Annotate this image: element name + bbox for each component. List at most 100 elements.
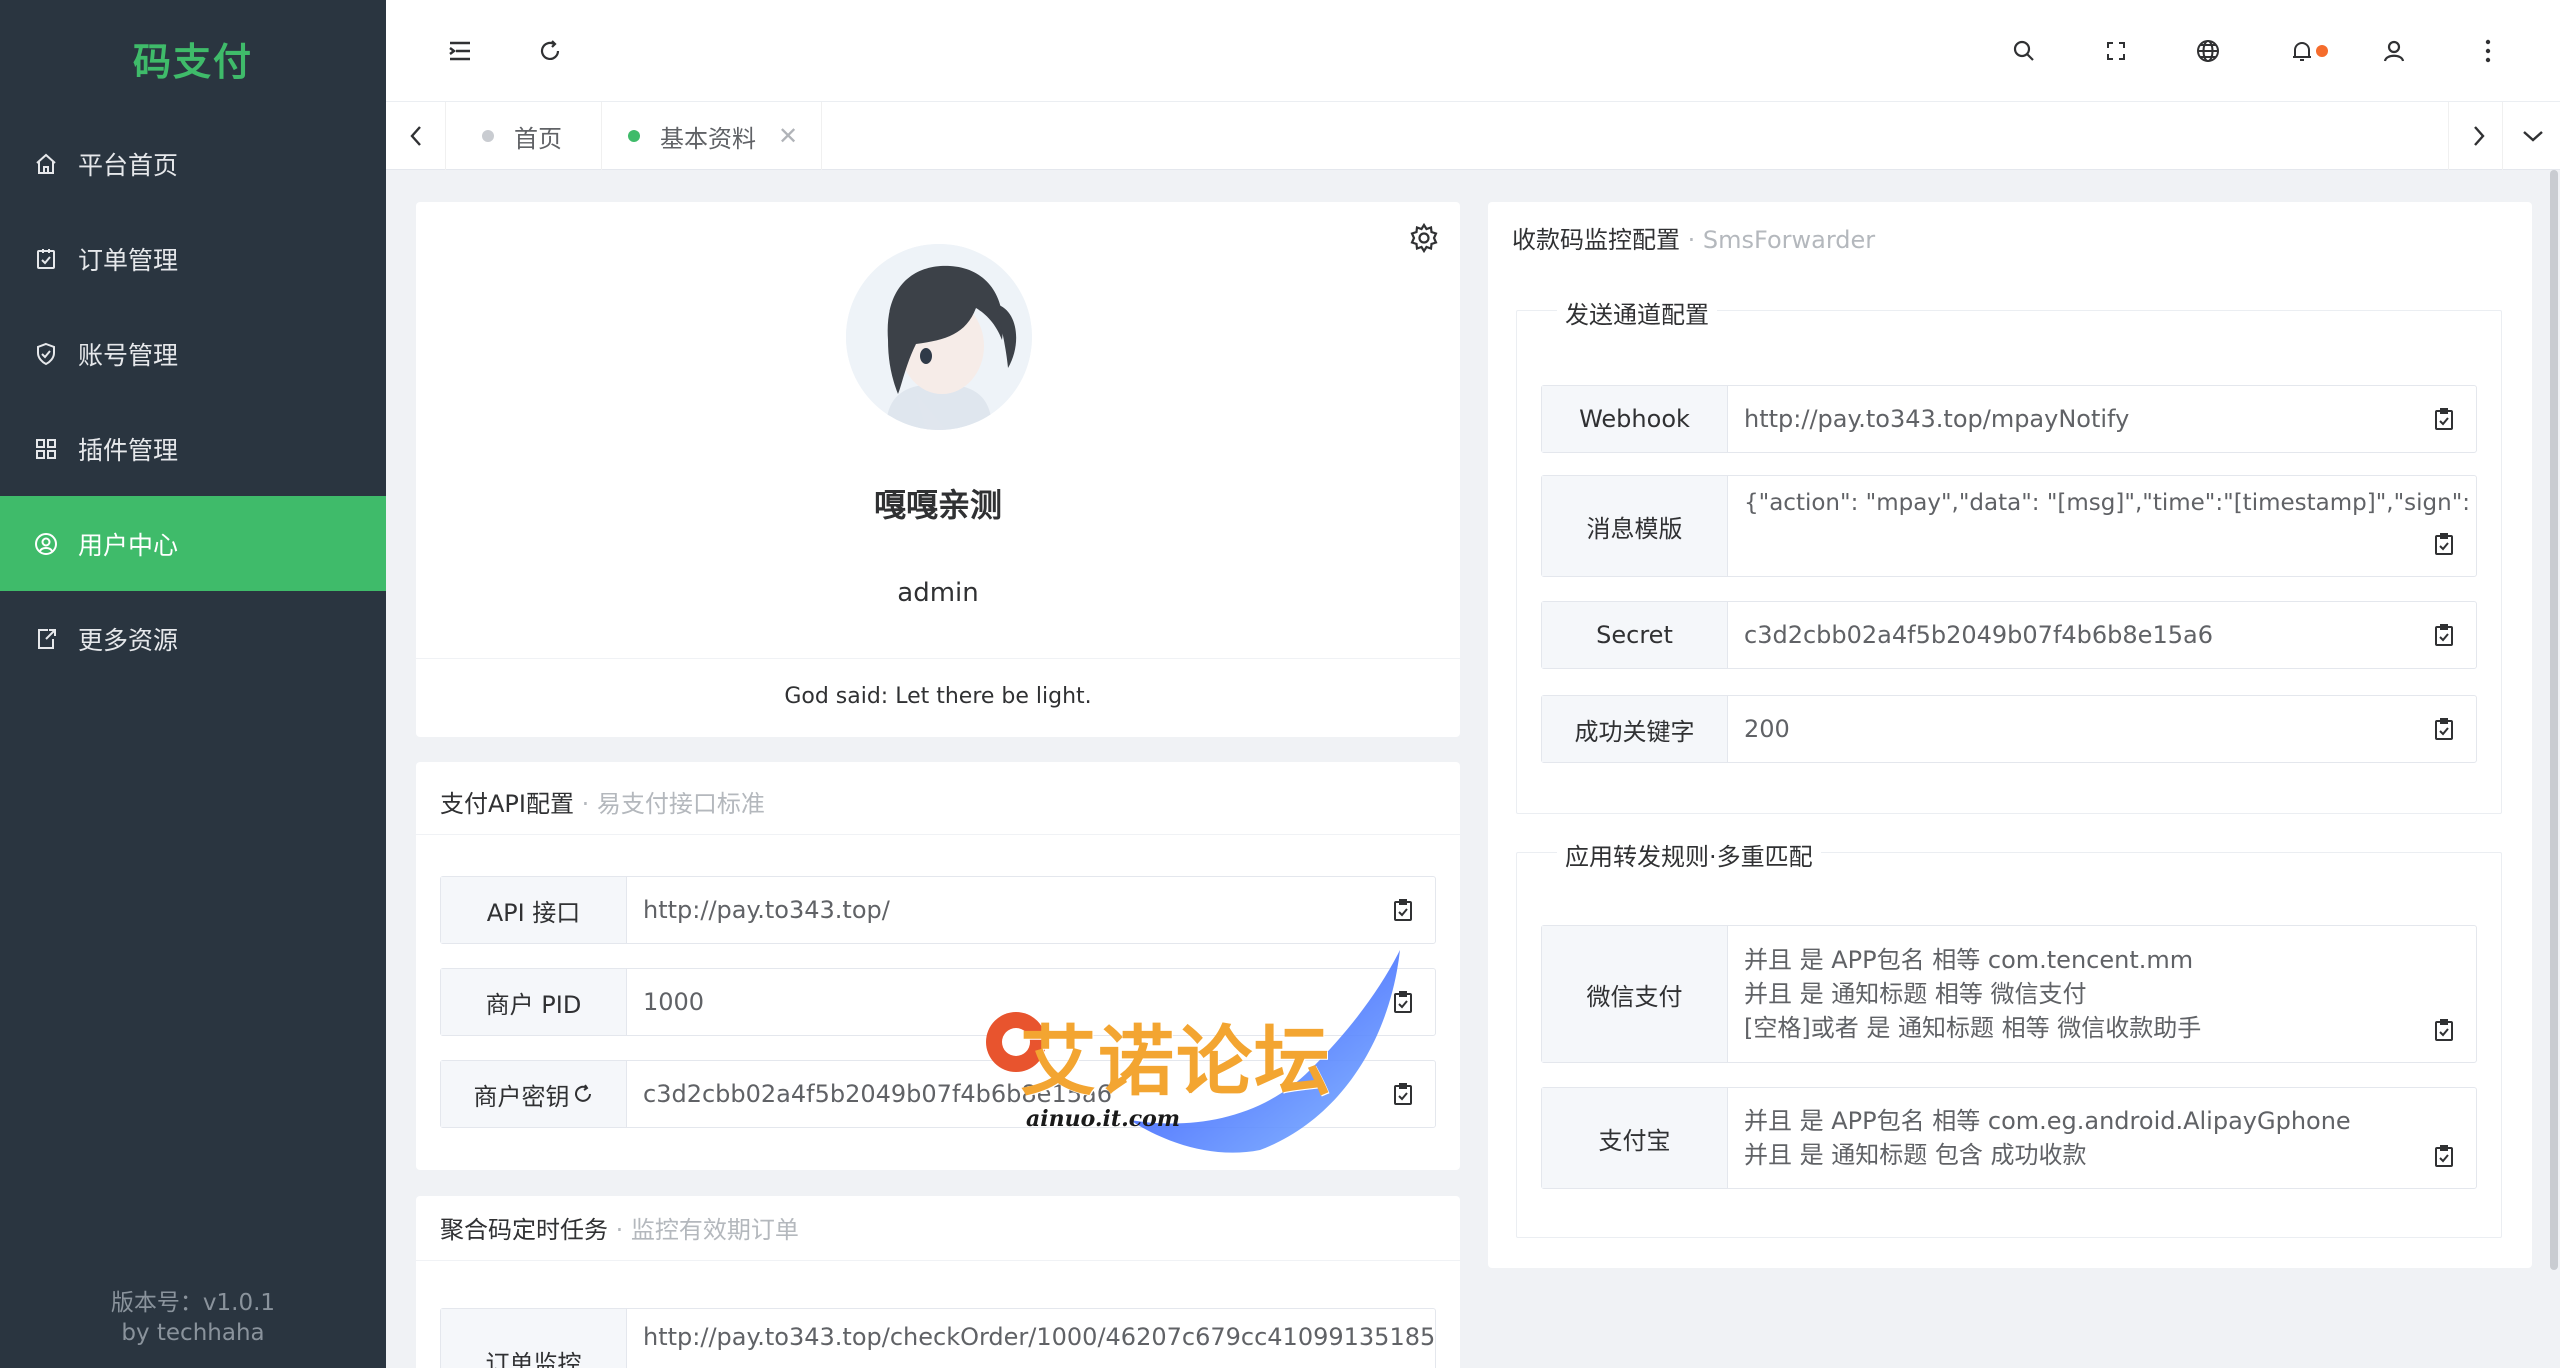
field-value: c3d2cbb02a4f5b2049b07f4b6b8e15a6 (1744, 621, 2213, 649)
fullscreen-icon[interactable] (2098, 33, 2134, 69)
sidebar-item-label: 插件管理 (78, 435, 179, 465)
more-icon[interactable] (2470, 33, 2506, 69)
monitor-config-title: 收款码监控配置 · SmsForwarder (1512, 220, 1875, 255)
card-subtitle: · SmsForwarder (1680, 226, 1876, 254)
rule-line: [空格]或者 是 通知标题 相等 微信收款助手 (1744, 1014, 2202, 1042)
field-label-text: 商户密钥 (473, 1082, 570, 1111)
api-config-title: 支付API配置 · 易支付接口标准 (440, 784, 765, 819)
top-bar (386, 0, 2560, 102)
field-value: 200 (1744, 715, 1790, 743)
notification-dot (2316, 45, 2328, 57)
tabs-scroll-left-icon[interactable] (386, 102, 446, 170)
profile-role: admin (897, 578, 979, 608)
author-text: by techhaha (121, 1320, 265, 1346)
sidebar-item-label: 更多资源 (78, 625, 179, 655)
scrollbar-thumb[interactable] (2550, 170, 2558, 1270)
user-icon[interactable] (2376, 33, 2412, 69)
sidebar-item-user-center[interactable]: 用户中心 (0, 496, 386, 591)
sidebar: 码支付 平台首页 订单管理 账号管理 插件管理 用户中心 更多资源 版本号：v1… (0, 0, 386, 1368)
tab-status-dot (628, 130, 640, 142)
secret-value[interactable]: c3d2cbb02a4f5b2049b07f4b6b8e15a6 (1728, 602, 2476, 668)
tabs-menu-chevron-down-icon[interactable] (2502, 102, 2560, 170)
field-value: http://pay.to343.top/checkOrder/1000/462… (643, 1323, 1435, 1351)
card-subtitle: · 易支付接口标准 (573, 790, 765, 818)
card-subtitle: · 监控有效期订单 (608, 1216, 799, 1244)
rule-line: 并且 是 APP包名 相等 com.tencent.mm (1744, 946, 2194, 974)
rule-line: 并且 是 通知标题 包含 成功收款 (1744, 1141, 2087, 1169)
field-value: http://pay.to343.top/mpayNotify (1744, 405, 2130, 433)
clipboard-icon[interactable] (2432, 407, 2456, 431)
sidebar-item-home[interactable]: 平台首页 (0, 116, 386, 211)
alipay-rule-value[interactable]: 并且 是 APP包名 相等 com.eg.android.AlipayGphon… (1728, 1088, 2476, 1188)
close-icon[interactable]: ✕ (778, 122, 798, 150)
secret-field: Secret c3d2cbb02a4f5b2049b07f4b6b8e15a6 (1541, 601, 2477, 669)
monitor-config-card: 收款码监控配置 · SmsForwarder 发送通道配置 Webhook ht… (1488, 202, 2532, 1268)
rule-line: 并且 是 通知标题 相等 微信支付 (1744, 980, 2087, 1008)
sidebar-item-accounts[interactable]: 账号管理 (0, 306, 386, 401)
profile-name: 嘎嘎亲测 (873, 486, 1002, 524)
field-value: {"action": "mpay","data": "[msg]","time"… (1744, 490, 2476, 516)
field-label: 成功关键字 (1542, 696, 1728, 762)
tabs-bar: 首页 基本资料 ✕ (386, 102, 2560, 170)
wechat-rule-value[interactable]: 并且 是 APP包名 相等 com.tencent.mm 并且 是 通知标题 相… (1728, 926, 2476, 1062)
api-endpoint-field: API 接口 http://pay.to343.top/ (440, 876, 1436, 944)
webhook-field: Webhook http://pay.to343.top/mpayNotify (1541, 385, 2477, 453)
profile-card: 嘎嘎亲测 admin God said: Let there be light. (416, 202, 1460, 737)
forward-rules-section: 应用转发规则·多重匹配 微信支付 并且 是 APP包名 相等 com.tence… (1516, 837, 2502, 1238)
field-label: API 接口 (441, 877, 627, 943)
field-label: Secret (1542, 602, 1728, 668)
send-channel-section: 发送通道配置 Webhook http://pay.to343.top/mpay… (1516, 295, 2502, 814)
avatar[interactable] (846, 244, 1032, 430)
message-template-value[interactable]: {"action": "mpay","data": "[msg]","time"… (1728, 476, 2476, 576)
field-label: Webhook (1542, 386, 1728, 452)
watermark-logo: 艾诺论坛 ainuo.it.com (960, 950, 1400, 1160)
sidebar-item-label: 用户中心 (78, 530, 179, 560)
sidebar-item-label: 平台首页 (78, 150, 179, 180)
notification-bell-icon[interactable] (2284, 33, 2328, 69)
sidebar-item-orders[interactable]: 订单管理 (0, 211, 386, 306)
card-title-text: 支付API配置 (440, 790, 574, 818)
refresh-icon[interactable] (532, 33, 568, 69)
menu-collapse-icon[interactable] (442, 33, 478, 69)
clipboard-icon[interactable] (2432, 623, 2456, 647)
grid-icon (32, 435, 60, 463)
api-endpoint-value[interactable]: http://pay.to343.top/ (627, 877, 1435, 943)
field-label: 订单监控 (441, 1309, 627, 1368)
order-monitor-value[interactable]: http://pay.to343.top/checkOrder/1000/462… (627, 1309, 1435, 1368)
watermark-text: 艾诺论坛 (1020, 1017, 1332, 1106)
field-value: http://pay.to343.top/ (643, 896, 890, 924)
home-icon (32, 150, 60, 178)
tab-basic-info[interactable]: 基本资料 ✕ (602, 102, 822, 170)
success-keyword-value[interactable]: 200 (1728, 696, 2476, 762)
version-text: 版本号：v1.0.1 (110, 1290, 276, 1316)
watermark-url: ainuo.it.com (1026, 1106, 1181, 1132)
field-label: 支付宝 (1542, 1088, 1728, 1188)
clipboard-icon[interactable] (1391, 898, 1415, 922)
language-icon[interactable] (2190, 33, 2226, 69)
tabs-scroll-right-icon[interactable] (2448, 102, 2508, 170)
field-label: 消息模版 (1542, 476, 1728, 576)
clipboard-icon[interactable] (2432, 532, 2456, 556)
field-label: 商户密钥 (441, 1061, 627, 1127)
sidebar-item-resources[interactable]: 更多资源 (0, 591, 386, 686)
user-circle-icon (32, 530, 60, 558)
field-label: 微信支付 (1542, 926, 1728, 1062)
webhook-value[interactable]: http://pay.to343.top/mpayNotify (1728, 386, 2476, 452)
tab-home[interactable]: 首页 (448, 102, 602, 170)
divider (416, 658, 1460, 659)
tab-label: 基本资料 (660, 124, 756, 153)
profile-motto: God said: Let there be light. (784, 684, 1092, 709)
alipay-rule-field: 支付宝 并且 是 APP包名 相等 com.eg.android.AlipayG… (1541, 1087, 2477, 1189)
regenerate-key-icon[interactable] (572, 1083, 594, 1105)
field-label: 商户 PID (441, 969, 627, 1035)
search-icon[interactable] (2006, 33, 2042, 69)
clipboard-icon[interactable] (2432, 717, 2456, 741)
tab-label: 首页 (514, 124, 562, 153)
clipboard-icon[interactable] (2432, 1018, 2456, 1042)
wechat-rule-field: 微信支付 并且 是 APP包名 相等 com.tencent.mm 并且 是 通… (1541, 925, 2477, 1063)
clipboard-icon[interactable] (2432, 1144, 2456, 1168)
gear-icon[interactable] (1408, 222, 1440, 254)
page-scrollbar[interactable] (2548, 170, 2560, 1368)
app-brand[interactable]: 码支付 (0, 0, 386, 116)
sidebar-item-plugins[interactable]: 插件管理 (0, 401, 386, 496)
